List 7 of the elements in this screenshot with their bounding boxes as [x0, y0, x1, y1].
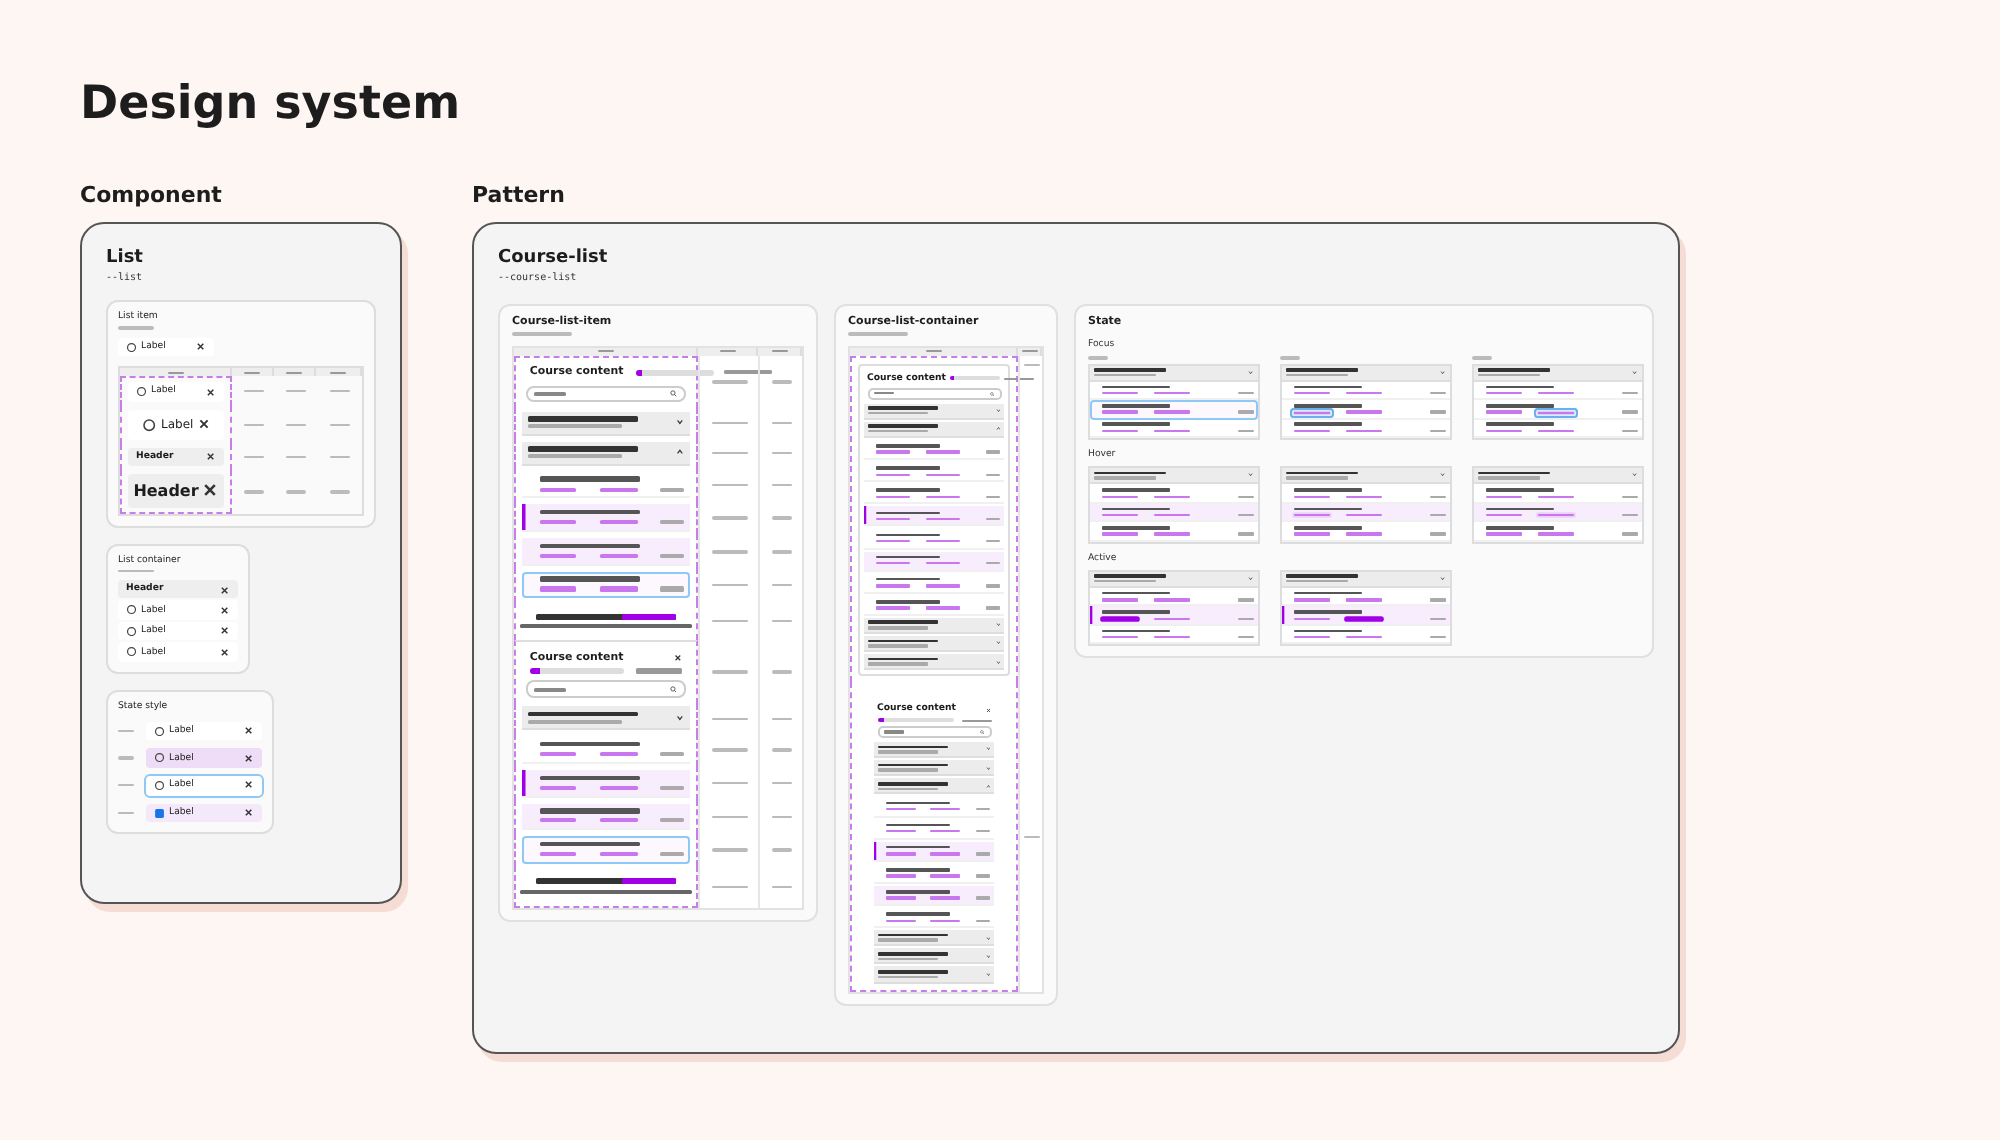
list-item[interactable]: Header — [128, 473, 224, 508]
header-label: Header — [133, 481, 199, 500]
section-heading: Component — [80, 182, 224, 210]
section-heading: Pattern — [472, 182, 567, 210]
page-title: Design system — [80, 76, 463, 132]
card-title: Course-list — [498, 248, 610, 270]
card-title: List — [106, 248, 145, 270]
